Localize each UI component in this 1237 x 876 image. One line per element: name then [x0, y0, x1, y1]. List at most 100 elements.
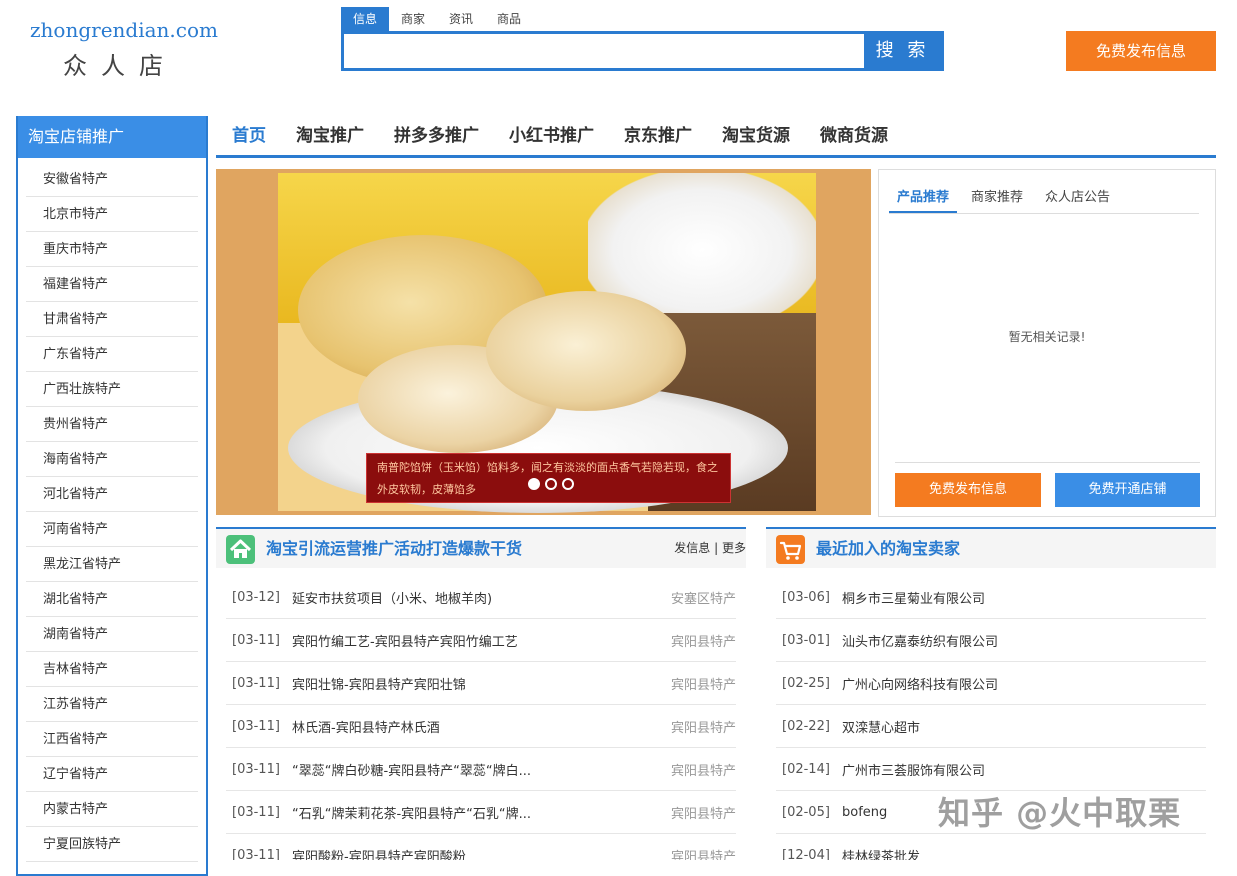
list-item[interactable]: [02-22] 双滦慧心超市 [776, 705, 1206, 748]
list-item[interactable]: [03-01] 汕头市亿嘉泰纺织有限公司 [776, 619, 1206, 662]
item-tag[interactable]: 安塞区特产 [656, 588, 736, 607]
list-item[interactable]: [03-11] 宾阳壮锦-宾阳县特产宾阳壮锦 宾阳县特产 [226, 662, 736, 705]
sidebar-item[interactable]: 江苏省特产 [26, 687, 198, 722]
item-tag[interactable]: 宾阳县特产 [656, 674, 736, 693]
tab-product-recommend[interactable]: 产品推荐 [889, 182, 958, 213]
search-tab-product[interactable]: 商品 [485, 7, 533, 31]
list-item[interactable]: [12-04] 桂林绿茶批发 [776, 834, 1206, 861]
search-button[interactable]: 搜 索 [864, 34, 941, 68]
sidebar-item[interactable]: 北京市特产 [26, 197, 198, 232]
list-item[interactable]: [03-11] 宾阳竹编工艺-宾阳县特产宾阳竹编工艺 宾阳县特产 [226, 619, 736, 662]
open-shop-button[interactable]: 免费开通店铺 [1055, 473, 1200, 507]
carousel-dot[interactable] [528, 478, 540, 490]
sidebar-item[interactable]: 吉林省特产 [26, 652, 198, 687]
search-input[interactable] [344, 34, 864, 68]
search-tab-info[interactable]: 信息 [341, 7, 390, 31]
list-item[interactable]: [03-11] “翠蕊“牌白砂糖-宾阳县特产“翠蕊“牌白... 宾阳县特产 [226, 748, 736, 791]
item-tag[interactable]: 宾阳县特产 [656, 717, 736, 736]
search-tab-merchant[interactable]: 商家 [389, 7, 437, 31]
item-title[interactable]: 桐乡市三星菊业有限公司 [842, 588, 1206, 607]
sidebar-item[interactable]: 河南省特产 [26, 512, 198, 547]
banner-carousel[interactable]: 南普陀馅饼（玉米馅）馅料多，闻之有淡淡的面点香气若隐若现，食之外皮软韧，皮薄馅多 [216, 169, 871, 515]
item-title[interactable]: 广州心向网络科技有限公司 [842, 674, 1206, 693]
recommend-panel: 产品推荐 商家推荐 众人店公告 暂无相关记录! 免费发布信息 免费开通店铺 [878, 169, 1216, 517]
item-title[interactable]: “翠蕊“牌白砂糖-宾阳县特产“翠蕊“牌白... [292, 760, 656, 779]
section-header: 最近加入的淘宝卖家 [766, 527, 1216, 568]
list-item[interactable]: [03-12] 延安市扶贫项目（小米、地椒羊肉) 安塞区特产 [226, 576, 736, 619]
publish-link[interactable]: 发信息 [674, 541, 710, 555]
nav-taobao-promo[interactable]: 淘宝推广 [296, 116, 364, 155]
list-item[interactable]: [03-11] 宾阳酸粉-宾阳县特产宾阳酸粉 宾阳县特产 [226, 834, 736, 861]
article-section: 淘宝引流运营推广活动打造爆款干货 发信息 | 更多 [03-12] 延安市扶贫项目… [216, 527, 746, 860]
sidebar-item[interactable]: 广西壮族特产 [26, 372, 198, 407]
sidebar-item[interactable]: 重庆市特产 [26, 232, 198, 267]
more-link[interactable]: 更多 [722, 541, 746, 555]
list-item[interactable]: [02-14] 广州市三荟服饰有限公司 [776, 748, 1206, 791]
sidebar-list: 安徽省特产 北京市特产 重庆市特产 福建省特产 甘肃省特产 广东省特产 广西壮族… [18, 158, 206, 862]
nav-jd-promo[interactable]: 京东推广 [624, 116, 692, 155]
item-title[interactable]: 双滦慧心超市 [842, 717, 1206, 736]
item-date: [03-11] [232, 718, 280, 734]
list-item[interactable]: [03-06] 桐乡市三星菊业有限公司 [776, 576, 1206, 619]
sidebar-item[interactable]: 宁夏回族特产 [26, 827, 198, 862]
section-header: 淘宝引流运营推广活动打造爆款干货 发信息 | 更多 [216, 527, 746, 568]
item-title[interactable]: 林氏酒-宾阳县特产林氏酒 [292, 717, 656, 736]
sidebar-item[interactable]: 甘肃省特产 [26, 302, 198, 337]
list-item[interactable]: [03-11] 林氏酒-宾阳县特产林氏酒 宾阳县特产 [226, 705, 736, 748]
banner-pastry-shape [486, 291, 686, 411]
sidebar-item[interactable]: 江西省特产 [26, 722, 198, 757]
publish-info-button[interactable]: 免费发布信息 [1066, 31, 1216, 71]
nav-xiaohongshu-promo[interactable]: 小红书推广 [509, 116, 594, 155]
sidebar-item[interactable]: 湖北省特产 [26, 582, 198, 617]
item-date: [03-11] [232, 847, 280, 861]
carousel-dot[interactable] [545, 478, 557, 490]
item-date: [02-14] [782, 761, 830, 777]
link-separator: | [714, 541, 719, 555]
list-item[interactable]: [03-11] “石乳“牌茉莉花茶-宾阳县特产“石乳“牌... 宾阳县特产 [226, 791, 736, 834]
nav-home[interactable]: 首页 [232, 116, 266, 155]
site-logo[interactable]: zhongrendian.com 众人店 [30, 18, 218, 81]
item-tag[interactable]: 宾阳县特产 [656, 846, 736, 861]
sidebar-title: 淘宝店铺推广 [18, 116, 206, 158]
item-title[interactable]: 宾阳酸粉-宾阳县特产宾阳酸粉 [292, 846, 656, 861]
nav-pdd-promo[interactable]: 拼多多推广 [394, 116, 479, 155]
logo-name: 众人店 [63, 52, 177, 80]
sidebar-item[interactable]: 海南省特产 [26, 442, 198, 477]
sidebar-item[interactable]: 湖南省特产 [26, 617, 198, 652]
item-tag[interactable]: 宾阳县特产 [656, 760, 736, 779]
sidebar-item[interactable]: 贵州省特产 [26, 407, 198, 442]
item-date: [02-22] [782, 718, 830, 734]
sidebar-item[interactable]: 安徽省特产 [26, 162, 198, 197]
item-title[interactable]: 宾阳壮锦-宾阳县特产宾阳壮锦 [292, 674, 656, 693]
item-title[interactable]: 广州市三荟服饰有限公司 [842, 760, 1206, 779]
sidebar-item[interactable]: 黑龙江省特产 [26, 547, 198, 582]
sidebar-item[interactable]: 广东省特产 [26, 337, 198, 372]
section-title: 淘宝引流运营推广活动打造爆款干货 [266, 539, 523, 558]
item-date: [03-11] [232, 675, 280, 691]
item-title[interactable]: “石乳“牌茉莉花茶-宾阳县特产“石乳“牌... [292, 803, 656, 822]
category-sidebar: 淘宝店铺推广 安徽省特产 北京市特产 重庆市特产 福建省特产 甘肃省特产 广东省… [16, 116, 208, 876]
publish-info-button-secondary[interactable]: 免费发布信息 [895, 473, 1041, 507]
nav-weishang-supply[interactable]: 微商货源 [820, 116, 888, 155]
home-icon [226, 535, 255, 564]
search-box: 搜 索 [341, 31, 944, 71]
sidebar-item[interactable]: 福建省特产 [26, 267, 198, 302]
sidebar-item[interactable]: 内蒙古特产 [26, 792, 198, 827]
tab-merchant-recommend[interactable]: 商家推荐 [963, 182, 1031, 213]
item-title[interactable]: 宾阳竹编工艺-宾阳县特产宾阳竹编工艺 [292, 631, 656, 650]
item-tag[interactable]: 宾阳县特产 [656, 803, 736, 822]
item-title[interactable]: 汕头市亿嘉泰纺织有限公司 [842, 631, 1206, 650]
item-title[interactable]: 桂林绿茶批发 [842, 846, 1206, 861]
item-date: [03-01] [782, 632, 830, 648]
nav-taobao-supply[interactable]: 淘宝货源 [722, 116, 790, 155]
search-type-tabs: 信息 商家 资讯 商品 [341, 7, 533, 31]
section-title: 最近加入的淘宝卖家 [816, 539, 961, 558]
sidebar-item[interactable]: 河北省特产 [26, 477, 198, 512]
list-item[interactable]: [02-25] 广州心向网络科技有限公司 [776, 662, 1206, 705]
carousel-dot[interactable] [562, 478, 574, 490]
sidebar-item[interactable]: 辽宁省特产 [26, 757, 198, 792]
search-tab-news[interactable]: 资讯 [437, 7, 485, 31]
item-tag[interactable]: 宾阳县特产 [656, 631, 736, 650]
item-title[interactable]: 延安市扶贫项目（小米、地椒羊肉) [292, 588, 656, 607]
tab-announcement[interactable]: 众人店公告 [1037, 182, 1118, 213]
